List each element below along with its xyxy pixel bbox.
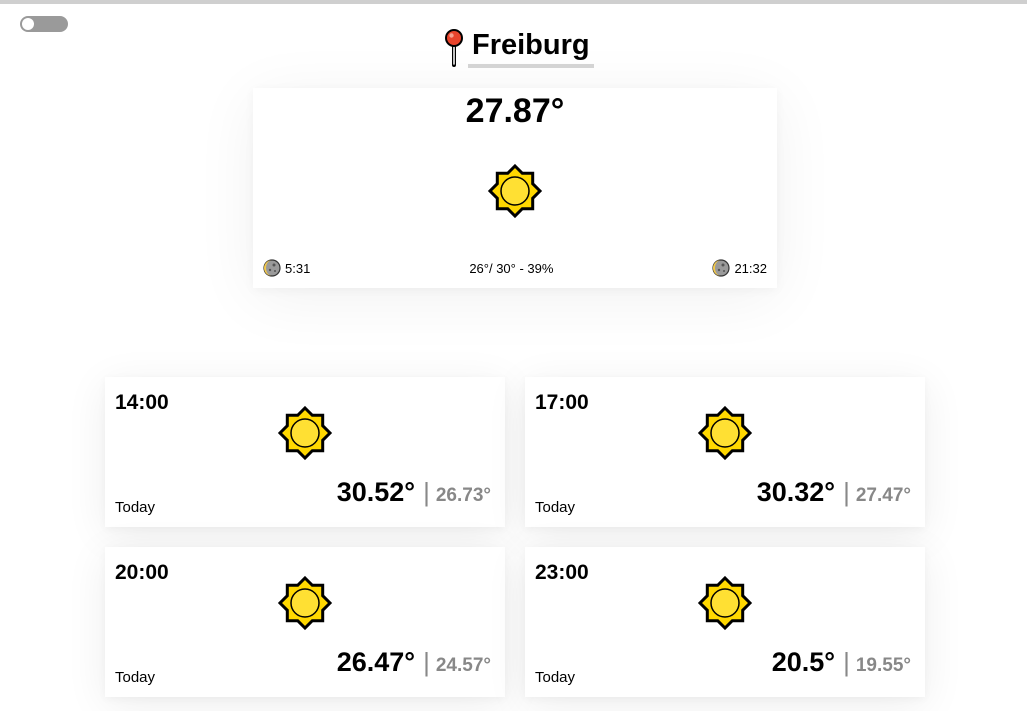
city-name[interactable]: Freiburg xyxy=(468,26,594,68)
current-weather-card: 27.87° 5:31 26°/ 30° - 39% 21:32 xyxy=(253,88,777,288)
forecast-time: 17:00 xyxy=(535,391,589,414)
sun-icon xyxy=(277,575,333,631)
forecast-feels-like: 24.57° xyxy=(435,655,491,676)
forecast-temperatures: 26.47° | 24.57° xyxy=(337,647,491,678)
sun-icon xyxy=(697,405,753,461)
forecast-card[interactable]: 20:00 Today 26.47° | 24.57° xyxy=(105,547,505,697)
forecast-temperature: 20.5° xyxy=(771,647,836,677)
forecast-time: 14:00 xyxy=(115,391,169,414)
sun-icon xyxy=(487,163,543,219)
forecast-temperature: 30.52° xyxy=(336,477,416,507)
sunrise: 5:31 xyxy=(263,259,310,277)
current-temperature: 27.87° xyxy=(465,92,565,130)
temp-range-humidity: 26°/ 30° - 39% xyxy=(469,260,554,276)
forecast-time: 23:00 xyxy=(535,561,589,584)
forecast-feels-like: 26.73° xyxy=(435,485,491,506)
forecast-card[interactable]: 17:00 Today 30.32° | 27.47° xyxy=(525,377,925,527)
forecast-temperature: 26.47° xyxy=(336,647,416,677)
forecast-day: Today xyxy=(115,499,156,516)
top-border xyxy=(0,0,1027,4)
forecast-temperatures: 30.52° | 26.73° xyxy=(337,477,491,508)
forecast-feels-like: 19.55° xyxy=(855,655,911,676)
separator: | xyxy=(843,477,850,507)
sunset: 21:32 xyxy=(712,259,767,277)
theme-toggle[interactable] xyxy=(20,16,68,32)
sun-icon xyxy=(697,575,753,631)
map-pin-icon xyxy=(445,29,463,67)
forecast-day: Today xyxy=(535,669,576,686)
separator: | xyxy=(423,477,430,507)
forecast-card[interactable]: 23:00 Today 20.5° | 19.55° xyxy=(525,547,925,697)
forecast-temperature: 30.32° xyxy=(756,477,836,507)
forecast-day: Today xyxy=(535,499,576,516)
city-header: Freiburg xyxy=(442,26,594,70)
forecast-feels-like: 27.47° xyxy=(855,485,911,506)
toggle-knob xyxy=(22,18,34,30)
forecast-card[interactable]: 14:00 Today 30.52° | 26.73° xyxy=(105,377,505,527)
sun-icon xyxy=(277,405,333,461)
forecast-day: Today xyxy=(115,669,156,686)
sunset-time: 21:32 xyxy=(734,260,767,276)
moon-icon xyxy=(712,259,730,277)
sunrise-time: 5:31 xyxy=(285,260,311,276)
forecast-temperatures: 20.5° | 19.55° xyxy=(772,647,911,678)
moon-icon xyxy=(263,259,281,277)
separator: | xyxy=(843,647,850,677)
forecast-temperatures: 30.32° | 27.47° xyxy=(757,477,911,508)
current-weather-footer: 5:31 26°/ 30° - 39% 21:32 xyxy=(263,258,767,278)
forecast-time: 20:00 xyxy=(115,561,169,584)
separator: | xyxy=(423,647,430,677)
